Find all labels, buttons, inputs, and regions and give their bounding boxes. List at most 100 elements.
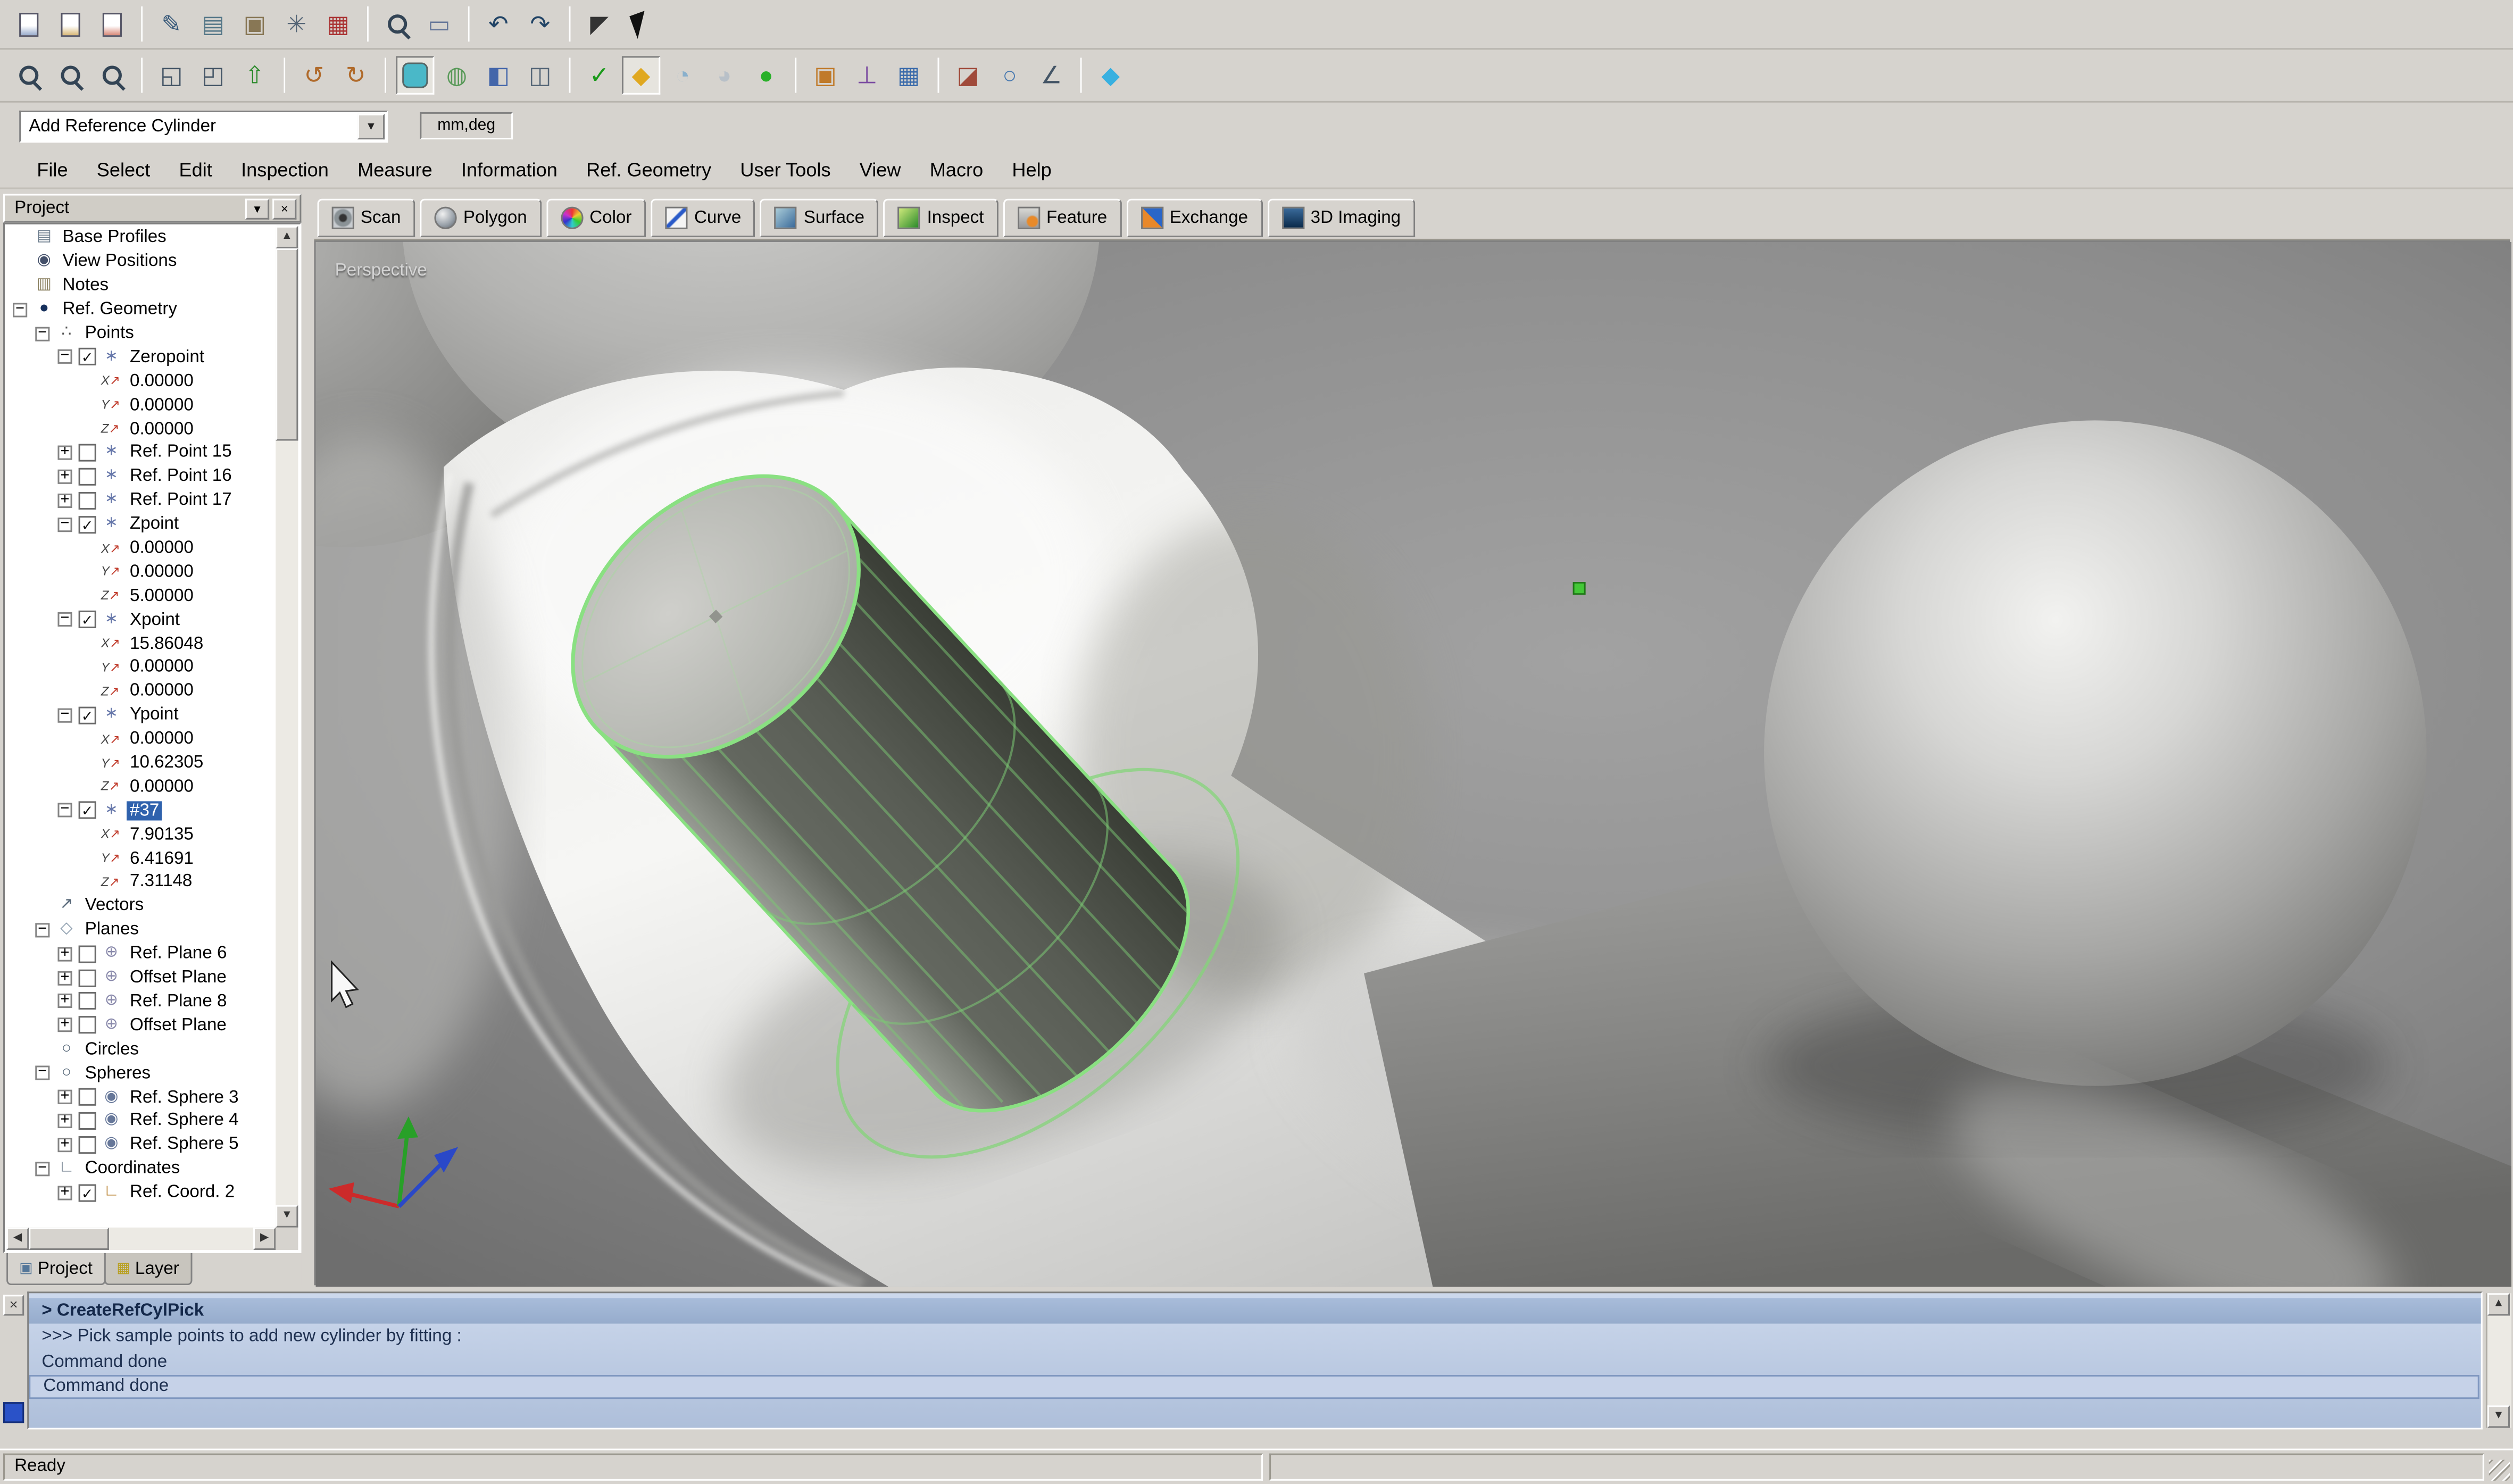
mesh-grid-button[interactable]: ▦ bbox=[889, 56, 928, 94]
collapse-icon[interactable]: − bbox=[57, 803, 72, 818]
green-sphere-button[interactable]: ● bbox=[747, 56, 785, 94]
menu-edit[interactable]: Edit bbox=[164, 155, 227, 184]
tree-horizontal-scrollbar[interactable]: ◀ ▶ bbox=[6, 1228, 276, 1250]
tree-row[interactable]: X↗7.90135 bbox=[6, 822, 276, 846]
tree-row[interactable]: Y↗6.41691 bbox=[6, 846, 276, 870]
rebuild-button[interactable]: ↻ bbox=[337, 56, 375, 94]
tree-item-label[interactable]: 7.90135 bbox=[127, 825, 197, 844]
expand-icon[interactable]: + bbox=[57, 445, 72, 460]
tree-checkbox[interactable] bbox=[79, 491, 96, 509]
viewport[interactable]: Perspective bbox=[314, 240, 2510, 1285]
render-gem-button[interactable]: ◆ bbox=[1092, 56, 1130, 94]
tree-item-label[interactable]: Ref. Sphere 5 bbox=[127, 1135, 242, 1154]
tree-item-label[interactable]: Ref. Plane 8 bbox=[127, 992, 230, 1011]
tree-row[interactable]: Z↗0.00000 bbox=[6, 775, 276, 799]
scroll-down-icon[interactable]: ▼ bbox=[276, 1205, 298, 1228]
zoom-fit-button[interactable] bbox=[93, 56, 131, 94]
tree-row[interactable]: X↗0.00000 bbox=[6, 536, 276, 560]
pick-diamond-button[interactable]: ◆ bbox=[622, 56, 660, 94]
redraw-button[interactable]: ↺ bbox=[295, 56, 333, 94]
tab-exchange[interactable]: Exchange bbox=[1126, 199, 1262, 237]
collapse-icon[interactable]: − bbox=[35, 326, 49, 340]
tree-row[interactable]: −✓∗#37 bbox=[6, 798, 276, 822]
scroll-up-icon[interactable]: ▲ bbox=[2487, 1293, 2510, 1315]
command-combobox-value[interactable]: Add Reference Cylinder bbox=[21, 117, 356, 136]
zoom-window-button[interactable] bbox=[51, 56, 89, 94]
capture-image-button[interactable]: ▣ bbox=[236, 5, 274, 43]
split-window-button[interactable]: ◫ bbox=[521, 56, 559, 94]
tree-checkbox[interactable]: ✓ bbox=[79, 611, 96, 628]
tree-item-label[interactable]: Base Profiles bbox=[59, 228, 169, 247]
tree-row[interactable]: −✓∗Zeropoint bbox=[6, 345, 276, 369]
normal-tool-button[interactable]: ⊥ bbox=[848, 56, 886, 94]
tree-item-label[interactable]: Ref. Point 15 bbox=[127, 443, 235, 462]
measure-angle-button[interactable]: ∠ bbox=[1032, 56, 1070, 94]
tree-row[interactable]: Y↗10.62305 bbox=[6, 751, 276, 775]
cylinder-tool-button[interactable]: ○ bbox=[991, 56, 1029, 94]
scroll-up-icon[interactable]: ▲ bbox=[276, 226, 298, 248]
panel-tab-project[interactable]: ▣Project bbox=[6, 1253, 105, 1285]
collapse-icon[interactable]: − bbox=[35, 923, 49, 937]
tree-row[interactable]: −✓∗Xpoint bbox=[6, 608, 276, 632]
tree-checkbox[interactable]: ✓ bbox=[79, 802, 96, 819]
console-output[interactable]: > CreateRefCylPick>>> Pick sample points… bbox=[27, 1291, 2483, 1429]
tree-checkbox[interactable]: ✓ bbox=[79, 1183, 96, 1201]
tree-row[interactable]: Y↗0.00000 bbox=[6, 393, 276, 417]
tree-row[interactable]: +⊕Ref. Plane 8 bbox=[6, 989, 276, 1013]
tree-row[interactable]: ◉View Positions bbox=[6, 250, 276, 274]
tree-item-label[interactable]: 0.00000 bbox=[127, 658, 197, 677]
tree-checkbox[interactable] bbox=[79, 1136, 96, 1153]
collapse-icon[interactable]: − bbox=[35, 1161, 49, 1175]
import-tool-button[interactable]: ✎ bbox=[152, 5, 190, 43]
collapse-icon[interactable]: − bbox=[57, 517, 72, 531]
collapse-icon[interactable]: − bbox=[57, 612, 72, 627]
redo-button[interactable]: ↷ bbox=[521, 5, 559, 43]
expand-icon[interactable]: + bbox=[57, 994, 72, 1008]
confirm-check-button[interactable]: ✓ bbox=[580, 56, 619, 94]
tree-item-label[interactable]: Vectors bbox=[82, 896, 147, 915]
tree-row[interactable]: +⊕Ref. Plane 6 bbox=[6, 942, 276, 966]
open-document-button[interactable] bbox=[51, 5, 89, 43]
tree-row[interactable]: ○Circles bbox=[6, 1037, 276, 1061]
menu-inspection[interactable]: Inspection bbox=[227, 155, 343, 184]
menu-user-tools[interactable]: User Tools bbox=[726, 155, 845, 184]
tree-row[interactable]: +∗Ref. Point 15 bbox=[6, 441, 276, 465]
tree-item-label[interactable]: 0.00000 bbox=[127, 562, 197, 581]
tab-color[interactable]: Color bbox=[546, 199, 646, 237]
wire-sphere-button[interactable]: ◔ bbox=[663, 56, 702, 94]
export-document-button[interactable]: ▤ bbox=[194, 5, 232, 43]
menu-file[interactable]: File bbox=[22, 155, 82, 184]
tree-item-label[interactable]: 0.00000 bbox=[127, 371, 197, 390]
tree-row[interactable]: X↗0.00000 bbox=[6, 369, 276, 393]
tree-item-label[interactable]: 6.41691 bbox=[127, 849, 197, 868]
rotate-view-button[interactable]: ◱ bbox=[152, 56, 190, 94]
tree-checkbox[interactable] bbox=[79, 993, 96, 1010]
zoom-button[interactable] bbox=[10, 56, 48, 94]
new-document-button[interactable] bbox=[10, 5, 48, 43]
tree-item-label[interactable]: Circles bbox=[82, 1039, 142, 1058]
tree-item-label[interactable]: Points bbox=[82, 324, 137, 343]
expand-icon[interactable]: + bbox=[57, 493, 72, 507]
tree-checkbox[interactable] bbox=[79, 468, 96, 485]
scroll-down-icon[interactable]: ▼ bbox=[2487, 1405, 2510, 1428]
command-combobox[interactable]: Add Reference Cylinder ▼ bbox=[19, 111, 388, 143]
scrollbar-thumb[interactable] bbox=[29, 1228, 109, 1250]
tree-row[interactable]: +⊕Offset Plane bbox=[6, 966, 276, 990]
data-table-button[interactable]: ▦ bbox=[319, 5, 357, 43]
tree-item-label[interactable]: Ypoint bbox=[127, 705, 182, 724]
select-tool-button[interactable]: ◤ bbox=[580, 5, 619, 43]
expand-icon[interactable]: + bbox=[57, 970, 72, 985]
panel-close-icon[interactable]: × bbox=[272, 198, 296, 219]
expand-icon[interactable]: + bbox=[57, 469, 72, 483]
tab-3d-imaging[interactable]: 3D Imaging bbox=[1267, 199, 1415, 237]
scroll-right-icon[interactable]: ▶ bbox=[253, 1228, 276, 1250]
tree-row[interactable]: Z↗0.00000 bbox=[6, 679, 276, 703]
tree-checkbox[interactable] bbox=[79, 1016, 96, 1034]
menu-information[interactable]: Information bbox=[447, 155, 572, 184]
tree-checkbox[interactable]: ✓ bbox=[79, 348, 96, 366]
tree-row[interactable]: −○Spheres bbox=[6, 1061, 276, 1085]
tree-item-label[interactable]: 0.00000 bbox=[127, 777, 197, 796]
solid-sphere-button[interactable]: ◕ bbox=[705, 56, 744, 94]
tree-item-label[interactable]: Planes bbox=[82, 920, 142, 939]
tab-feature[interactable]: Feature bbox=[1003, 199, 1122, 237]
